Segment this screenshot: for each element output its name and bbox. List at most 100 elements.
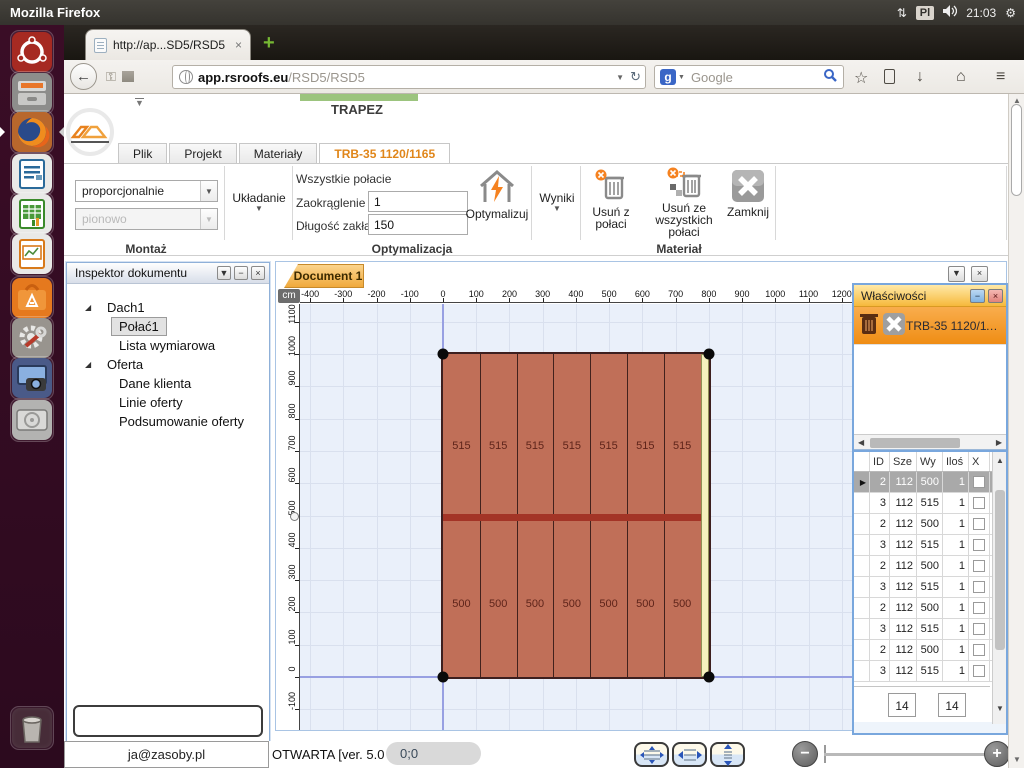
tab-close-icon[interactable]: × (235, 38, 242, 52)
back-button[interactable]: ← (70, 63, 97, 90)
material-row[interactable]: TRB-35 1120/1165 (854, 307, 1006, 344)
table-row[interactable]: 21125001 (854, 514, 1006, 535)
row-checkbox[interactable] (973, 539, 985, 551)
screenshot-icon[interactable] (10, 356, 54, 400)
fit-width-button[interactable] (672, 742, 707, 767)
tree-item-podsumowanie-oferty[interactable]: Podsumowanie oferty (67, 412, 269, 431)
table-row[interactable]: ▶21125001 (854, 472, 1006, 493)
browser-tab[interactable]: http://ap...SD5/RSD5 × (85, 29, 251, 60)
search-magnifier-icon[interactable] (823, 68, 838, 86)
remove-from-all-slopes-button[interactable]: Usuń ze wszystkich połaci (641, 166, 727, 238)
files-icon[interactable] (10, 71, 54, 115)
ribbon-tab-projekt[interactable]: Projekt (169, 143, 236, 164)
url-bar[interactable]: app.rsroofs.eu /RSD5/RSD5 ▼ ↻ (172, 65, 646, 89)
bookmark-star-icon[interactable]: ☆ (854, 68, 868, 88)
properties-title-bar[interactable]: Właściwości − × (854, 285, 1006, 307)
tree-item-linie-oferty[interactable]: Linie oferty (67, 393, 269, 412)
new-tab-button[interactable]: + (263, 33, 275, 53)
panel-dropdown-icon[interactable]: ▼ (217, 266, 231, 280)
fit-height-button[interactable] (710, 742, 745, 767)
overlap-input[interactable]: 150 (368, 214, 468, 235)
column-header[interactable]: Iloś (943, 452, 969, 471)
bookmarks-list-icon[interactable] (884, 69, 895, 84)
ruler-origin-marker[interactable] (290, 512, 299, 521)
row-checkbox[interactable] (973, 623, 985, 635)
close-material-button[interactable]: Zamknij (723, 166, 773, 238)
panel-close-icon[interactable]: × (988, 289, 1003, 303)
column-header[interactable]: ID (870, 452, 890, 471)
layout-mode-combo[interactable]: proporcjonalnie ▼ (75, 180, 218, 202)
column-header[interactable]: Wy (917, 452, 943, 471)
inspector-title-bar[interactable]: Inspektor dokumentu ▼ − × (67, 263, 269, 284)
document-tab[interactable]: Document 1 (284, 264, 364, 288)
deselect-icon[interactable] (882, 312, 906, 339)
impress-icon[interactable] (10, 232, 54, 276)
trash-icon[interactable] (10, 706, 54, 750)
row-checkbox[interactable] (973, 497, 985, 509)
site-identity-globe-icon[interactable] (179, 70, 193, 84)
ribbon-tab-materia-y[interactable]: Materiały (239, 143, 318, 164)
row-checkbox[interactable] (973, 560, 985, 572)
tree-item-połać1[interactable]: Połać1 (67, 317, 269, 336)
table-row[interactable]: 31125151 (854, 661, 1006, 682)
row-checkbox[interactable] (973, 518, 985, 530)
row-checkbox[interactable] (973, 476, 985, 488)
table-row[interactable]: 31125151 (854, 577, 1006, 598)
scrollbar-thumb[interactable] (870, 438, 960, 448)
writer-icon[interactable] (10, 152, 54, 196)
session-gear-icon[interactable]: ⚙ (1005, 6, 1016, 20)
search-engine-icon[interactable]: g (660, 69, 676, 85)
row-checkbox[interactable] (973, 665, 985, 677)
table-row[interactable]: 21125001 (854, 640, 1006, 661)
software-center-icon[interactable] (10, 276, 54, 320)
downloads-icon[interactable]: ↓ (916, 68, 924, 86)
table-vertical-scrollbar[interactable]: ▲ ▼ (992, 452, 1006, 724)
key-icon[interactable]: ⚿ (106, 69, 116, 85)
column-header[interactable]: Sze (890, 452, 917, 471)
panel-close-icon[interactable]: × (251, 266, 265, 280)
roof-slope-panel[interactable]: 5155005155005155005155005155005155005155… (441, 352, 711, 679)
clock[interactable]: 21:03 (966, 6, 996, 20)
zoom-slider[interactable] (824, 753, 986, 756)
network-arrows-icon[interactable]: ⇅ (897, 6, 907, 20)
scroll-right-icon[interactable]: ▶ (996, 438, 1002, 447)
results-button[interactable]: Wyniki ▼ (535, 166, 579, 238)
table-row[interactable]: 31125151 (854, 535, 1006, 556)
panel-minimize-icon[interactable]: − (234, 266, 248, 280)
corner-handle[interactable] (703, 349, 714, 360)
ubuntu-dash-icon[interactable] (10, 30, 54, 74)
row-checkbox[interactable] (973, 581, 985, 593)
search-engine-dropdown-icon[interactable]: ▼ (678, 74, 685, 81)
ribbon-tab-plik[interactable]: Plik (118, 143, 167, 164)
document-list-dropdown-icon[interactable]: ▼ (948, 266, 965, 282)
document-close-icon[interactable]: × (971, 266, 988, 282)
scroll-left-icon[interactable]: ◀ (858, 438, 864, 447)
panel-minimize-icon[interactable]: − (970, 289, 985, 303)
page-scrollbar[interactable]: ▲ ▼ (1008, 94, 1024, 768)
scrollbar-thumb[interactable] (995, 490, 1005, 650)
calc-icon[interactable] (10, 192, 54, 236)
disks-icon[interactable] (10, 398, 54, 442)
tree-item-lista-wymiarowa[interactable]: Lista wymiarowa (67, 336, 269, 355)
trash-icon[interactable] (858, 311, 880, 340)
optimize-button[interactable]: Optymalizuj (462, 166, 532, 238)
reload-icon[interactable]: ↻ (630, 69, 641, 85)
unit-button[interactable]: cm (278, 289, 300, 303)
tree-item-dach1[interactable]: ◢Dach1 (67, 298, 269, 317)
column-header[interactable]: X (969, 452, 990, 471)
horizontal-scrollbar[interactable]: ◀ ▶ (854, 434, 1006, 450)
scrollbar-thumb[interactable] (1011, 104, 1022, 196)
corner-handle[interactable] (438, 672, 449, 683)
url-dropdown-icon[interactable]: ▼ (616, 73, 624, 82)
scroll-up-icon[interactable]: ▲ (996, 456, 1004, 465)
ribbon-collapse-icon[interactable]: ▼ (135, 98, 144, 108)
remove-from-slope-button[interactable]: Usuń z połaci (583, 166, 639, 238)
settings-icon[interactable] (10, 316, 54, 360)
volume-icon[interactable] (943, 5, 957, 20)
tree-expander-icon[interactable]: ◢ (85, 303, 91, 312)
tree-expander-icon[interactable]: ◢ (85, 360, 91, 369)
row-checkbox[interactable] (973, 602, 985, 614)
tree-item-dane-klienta[interactable]: Dane klienta (67, 374, 269, 393)
zoom-in-button[interactable]: + (984, 741, 1010, 767)
corner-handle[interactable] (703, 672, 714, 683)
